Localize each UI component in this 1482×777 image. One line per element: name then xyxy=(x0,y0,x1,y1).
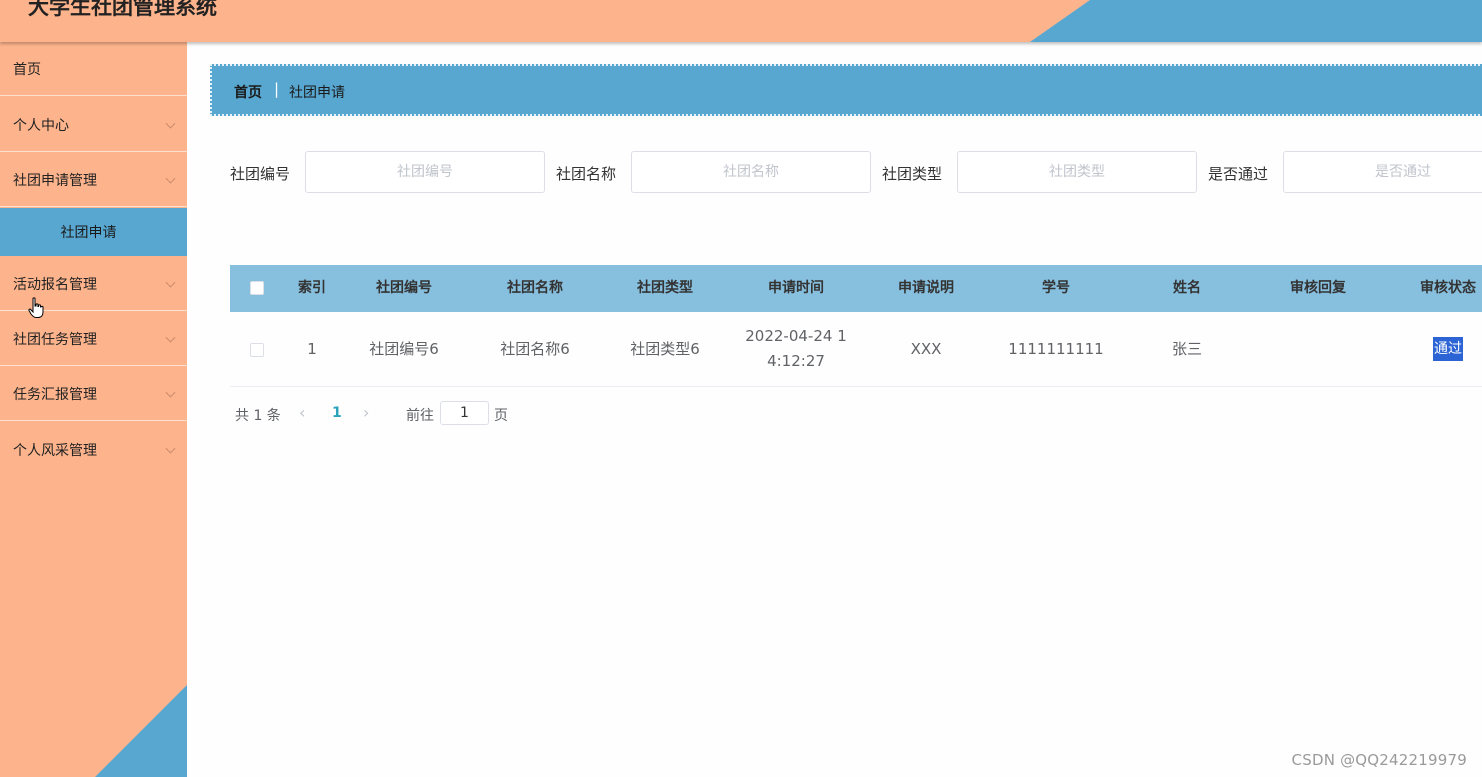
pagination-page-1[interactable]: 1 xyxy=(332,405,342,421)
club-number-label: 社团编号 xyxy=(230,165,291,183)
column-header-club-type: 社团类型 xyxy=(637,280,693,296)
header-accent xyxy=(1030,0,1482,42)
cell-status: 通过 xyxy=(1383,312,1482,386)
sidebar-item-label: 首页 xyxy=(13,61,41,78)
approved-label: 是否通过 xyxy=(1208,165,1269,183)
row-checkbox[interactable] xyxy=(250,343,264,357)
cell-student-number: 1111111111 xyxy=(1008,339,1104,358)
sidebar-item-label: 活动报名管理 xyxy=(13,276,97,293)
cell-description: XXX xyxy=(910,339,942,358)
cell-club-name: 社团名称6 xyxy=(500,339,570,358)
column-header-apply-time: 申请时间 xyxy=(768,280,824,296)
hand-cursor-icon xyxy=(28,297,44,318)
sidebar-item-home[interactable]: 首页 xyxy=(0,42,187,96)
column-header-description: 申请说明 xyxy=(898,280,954,296)
breadcrumb-home[interactable]: 首页 xyxy=(234,82,262,102)
club-number-input[interactable]: 社团编号 xyxy=(305,151,545,193)
approved-input[interactable]: 是否通过 xyxy=(1283,151,1482,193)
top-header: 大学生社团管理系统 xyxy=(0,0,1482,42)
pagination-page-unit: 页 xyxy=(494,408,508,424)
column-header-index: 索引 xyxy=(298,280,326,296)
sidebar-item-task-report-mgmt[interactable]: 任务汇报管理 xyxy=(0,367,187,421)
apply-time-line-1: 2022-04-24 1 xyxy=(745,327,847,345)
table-row[interactable]: 1 社团编号6 社团名称6 社团类型6 2022-04-24 1 4:12:27… xyxy=(230,312,1482,387)
sidebar-item-personal-center[interactable]: 个人中心 xyxy=(0,98,187,152)
pagination-total: 共 1 条 xyxy=(235,408,281,424)
column-header-club-number: 社团编号 xyxy=(376,280,432,296)
sidebar-item-label: 社团申请管理 xyxy=(13,172,97,189)
sidebar-corner-decoration xyxy=(95,685,187,777)
app-title: 大学生社团管理系统 xyxy=(28,0,217,19)
breadcrumb: 首页 | 社团申请 xyxy=(210,64,1482,116)
cell-reply xyxy=(1253,312,1383,386)
column-header-club-name: 社团名称 xyxy=(507,280,563,296)
breadcrumb-separator: | xyxy=(274,80,280,98)
select-all-checkbox[interactable] xyxy=(250,281,264,295)
sidebar-item-label: 个人风采管理 xyxy=(13,443,97,459)
club-name-label: 社团名称 xyxy=(556,165,617,183)
chevron-down-icon xyxy=(165,387,176,398)
column-header-status: 审核状态 xyxy=(1420,280,1476,296)
sidebar-subitem-label: 社团申请 xyxy=(60,225,117,241)
sidebar-item-club-task-mgmt[interactable]: 社团任务管理 xyxy=(0,312,187,366)
cell-index: 1 xyxy=(307,339,317,358)
sidebar-subitem-club-application[interactable]: 社团申请 xyxy=(0,208,187,256)
pagination-goto-label: 前往 xyxy=(406,408,434,424)
table-header: 索引 社团编号 社团名称 社团类型 申请时间 申请说明 学号 姓名 审核回复 审… xyxy=(230,265,1482,312)
column-header-reply: 审核回复 xyxy=(1290,280,1346,296)
chevron-down-icon xyxy=(165,277,176,288)
chevron-down-icon xyxy=(165,118,176,129)
chevron-left-icon[interactable]: ‹ xyxy=(299,403,305,422)
sidebar-item-personal-style-mgmt[interactable]: 个人风采管理 xyxy=(0,423,187,477)
pagination-jump-input[interactable]: 1 xyxy=(440,401,489,425)
club-type-label: 社团类型 xyxy=(882,165,943,183)
column-header-student-number: 学号 xyxy=(1042,280,1070,296)
chevron-down-icon xyxy=(165,443,176,454)
sidebar-item-label: 社团任务管理 xyxy=(13,331,97,348)
column-header-name: 姓名 xyxy=(1173,280,1201,296)
breadcrumb-current: 社团申请 xyxy=(289,85,345,101)
sidebar-item-label: 个人中心 xyxy=(13,117,69,134)
chevron-right-icon[interactable]: › xyxy=(363,403,369,422)
sidebar: 首页 个人中心 社团申请管理 社团申请 活动报名管理 社团任务管理 任务汇报管理… xyxy=(0,42,187,777)
watermark: CSDN @QQ242219979 xyxy=(1291,751,1467,769)
club-name-input[interactable]: 社团名称 xyxy=(631,151,871,193)
apply-time-line-2: 4:12:27 xyxy=(767,352,825,370)
sidebar-item-club-application-mgmt[interactable]: 社团申请管理 xyxy=(0,153,187,207)
club-type-input[interactable]: 社团类型 xyxy=(957,151,1197,193)
status-badge: 通过 xyxy=(1433,337,1463,361)
chevron-down-icon xyxy=(165,332,176,343)
cell-apply-time: 2022-04-24 1 4:12:27 xyxy=(731,312,861,386)
sidebar-item-label: 任务汇报管理 xyxy=(13,386,97,403)
cell-name: 张三 xyxy=(1171,339,1202,358)
cell-club-type: 社团类型6 xyxy=(630,339,700,358)
chevron-down-icon xyxy=(165,173,176,184)
cell-club-number: 社团编号6 xyxy=(369,339,439,358)
